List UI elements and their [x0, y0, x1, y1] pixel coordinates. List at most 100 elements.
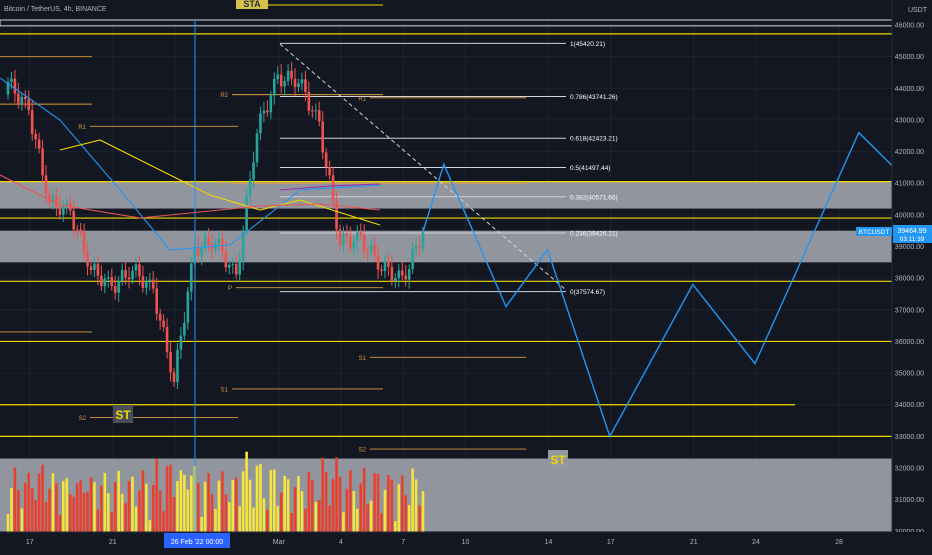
volume-bar	[221, 471, 224, 532]
candle-body	[272, 79, 276, 96]
volume-bar	[62, 481, 65, 532]
volume-bar	[169, 464, 172, 532]
candle-body	[321, 121, 325, 153]
time-tick-label: 4	[339, 539, 343, 546]
candle-body	[387, 261, 390, 267]
candle-body	[276, 74, 280, 80]
candle-body	[158, 313, 162, 321]
volume-bar	[321, 457, 325, 532]
candle-body	[307, 92, 311, 111]
volume-bar	[394, 521, 397, 532]
candle-body	[179, 335, 183, 350]
volume-bar	[383, 489, 387, 532]
candle-body	[355, 231, 359, 242]
volume-bar	[314, 501, 318, 532]
candle-body	[217, 238, 221, 244]
volume-bar	[148, 520, 152, 532]
volume-bar	[55, 483, 58, 532]
volume-bar	[172, 496, 176, 532]
candle-body	[245, 195, 248, 231]
candle-body	[165, 326, 169, 352]
volume-bar	[44, 502, 48, 532]
candle-body	[134, 264, 138, 271]
volume-bar	[79, 480, 82, 532]
volume-bar	[145, 483, 148, 532]
candle-body	[359, 231, 363, 235]
volume-bar	[366, 504, 369, 532]
candle-body	[421, 231, 425, 249]
price-tick-label: 37000.00	[895, 307, 924, 314]
volume-bar	[37, 473, 41, 532]
time-tick-label: 17	[26, 539, 34, 546]
volume-bar	[165, 466, 169, 532]
time-tick-label: 10	[462, 539, 470, 546]
time-tick-label: Mar	[273, 539, 286, 546]
candle-body	[30, 110, 34, 134]
candle-body	[286, 70, 290, 82]
candle-body	[148, 279, 152, 282]
price-tick-label: 32000.00	[895, 466, 924, 473]
volume-bar	[317, 499, 321, 532]
volume-bar	[404, 495, 408, 532]
volume-bar	[255, 465, 259, 532]
volume-bar	[279, 492, 283, 532]
price-tick-label: 41000.00	[895, 181, 924, 188]
candle-body	[390, 266, 394, 282]
candle-body	[93, 263, 96, 271]
candle-body	[103, 278, 107, 287]
volume-bar	[335, 457, 338, 532]
candle-body	[207, 236, 210, 245]
volume-bar	[338, 476, 342, 532]
candle-body	[72, 210, 76, 230]
price-tick-label: 46000.00	[895, 23, 924, 30]
volume-bar	[241, 471, 245, 532]
volume-bar	[407, 505, 411, 532]
candle-body	[113, 285, 117, 293]
time-cursor-label: 26 Feb '22 00:00	[171, 539, 223, 546]
candle-body	[127, 277, 131, 280]
volume-bar	[86, 491, 89, 532]
candle-body	[100, 275, 103, 287]
volume-bar	[304, 508, 307, 532]
volume-bar	[120, 493, 124, 532]
candle-body	[352, 241, 356, 249]
volume-bar	[10, 487, 13, 532]
candle-body	[262, 110, 266, 114]
volume-bar	[41, 464, 44, 532]
candle-body	[324, 152, 328, 168]
volume-bar	[189, 475, 193, 532]
volume-bar	[72, 496, 76, 532]
fib-level-label: 0.618(42423.21)	[570, 136, 618, 143]
volume-bar	[376, 473, 380, 532]
candle-body	[82, 232, 86, 253]
volume-bar	[228, 502, 231, 532]
candle-body	[297, 83, 300, 87]
candle-body	[124, 270, 127, 278]
chart-title: Bitcoin / TetherUS, 4h, BINANCE	[4, 6, 107, 13]
candle-body	[106, 277, 110, 279]
candle-body	[404, 275, 408, 280]
volume-bar	[373, 473, 376, 532]
candle-body	[290, 70, 293, 79]
candle-body	[58, 206, 62, 215]
candle-body	[41, 148, 44, 176]
fib-level-label: 0.382(40571.66)	[570, 194, 618, 201]
volume-bar	[418, 505, 421, 532]
price-chart[interactable]: R2R1R1R1PS1S1S1S2S2 1(45420.21)0.786(437…	[0, 0, 932, 550]
volume-bar	[162, 511, 165, 532]
volume-bar	[307, 472, 311, 532]
volume-bar	[17, 489, 20, 532]
candle-body	[259, 113, 262, 134]
volume-bar	[297, 476, 300, 532]
pivot-label: S1	[359, 356, 367, 362]
volume-bar	[269, 470, 273, 532]
volume-bar	[100, 485, 103, 532]
volume-bar	[248, 479, 252, 532]
volume-bar	[286, 479, 290, 532]
candle-body	[300, 79, 304, 84]
volume-bar	[349, 470, 352, 532]
volume-bar	[214, 508, 217, 532]
volume-bar	[183, 474, 186, 532]
candle-body	[65, 203, 69, 206]
volume-bar	[127, 480, 131, 532]
